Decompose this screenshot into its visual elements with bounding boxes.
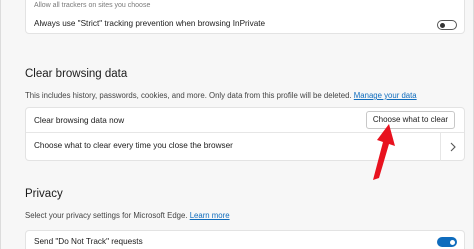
strict-inprivate-label: Always use "Strict" tracking prevention … (34, 19, 266, 28)
do-not-track-card: Send "Do Not Track" requests (25, 230, 465, 249)
clear-browsing-data-description: This includes history, passwords, cookie… (25, 91, 417, 100)
clear-on-close-label: Choose what to clear every time you clos… (34, 141, 233, 150)
toggle-knob (440, 22, 445, 28)
privacy-description-text: Select your privacy settings for Microso… (25, 211, 188, 220)
privacy-description: Select your privacy settings for Microso… (25, 211, 230, 220)
toggle-knob (450, 239, 455, 245)
strict-inprivate-toggle[interactable] (437, 20, 457, 30)
clear-browsing-data-title: Clear browsing data (25, 68, 128, 80)
red-arrow-annotation (373, 124, 395, 180)
clear-description-text: This includes history, passwords, cookie… (25, 91, 352, 100)
clear-browsing-data-now-label: Clear browsing data now (34, 116, 125, 125)
chevron-right-icon[interactable] (440, 133, 464, 161)
settings-page: Allow all trackers on sites you choose A… (0, 0, 474, 249)
manage-your-data-link[interactable]: Manage your data (354, 91, 417, 100)
learn-more-link[interactable]: Learn more (190, 211, 230, 220)
do-not-track-toggle[interactable] (437, 237, 457, 247)
allow-trackers-text: Allow all trackers on sites you choose (34, 2, 151, 9)
tracking-prevention-card: Allow all trackers on sites you choose A… (25, 0, 465, 34)
do-not-track-label: Send "Do Not Track" requests (34, 237, 143, 246)
privacy-title: Privacy (25, 188, 63, 200)
